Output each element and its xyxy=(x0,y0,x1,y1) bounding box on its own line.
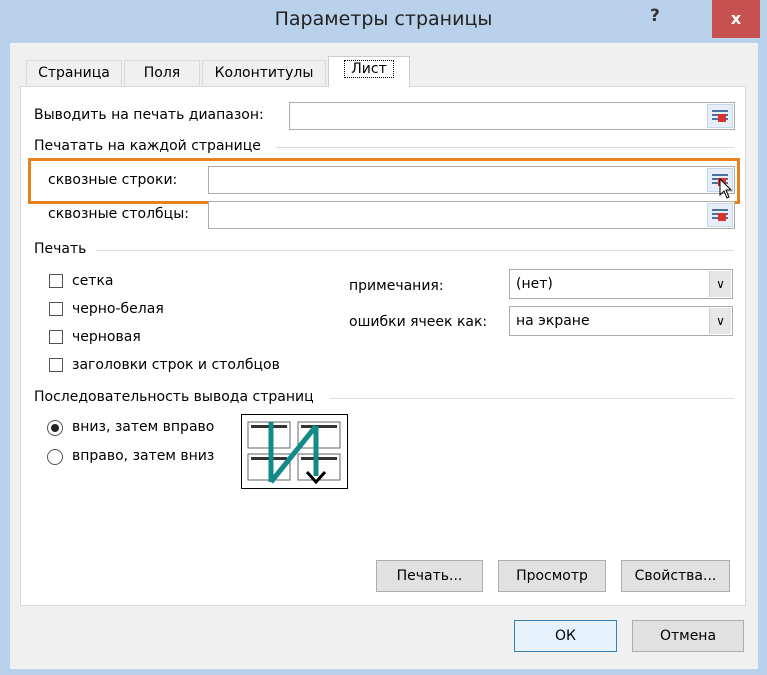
cell-errors-label: ошибки ячеек как: xyxy=(349,314,488,330)
tab-sheet[interactable]: Лист xyxy=(328,56,410,87)
ok-button[interactable]: ОК xyxy=(514,620,617,652)
page-order-header: Последовательность вывода страниц xyxy=(34,389,314,405)
print-area-input[interactable] xyxy=(289,102,735,130)
chevron-down-icon[interactable]: ∨ xyxy=(709,308,731,334)
over-then-down-radio[interactable] xyxy=(47,449,63,465)
comments-label: примечания: xyxy=(349,278,444,294)
black-and-white-checkbox[interactable] xyxy=(49,302,63,316)
draft-quality-label: черновая xyxy=(72,329,141,345)
cell-errors-select[interactable]: на экране ∨ xyxy=(509,306,733,336)
divider xyxy=(330,398,734,399)
draft-quality-checkbox[interactable] xyxy=(49,330,63,344)
down-then-over-radio[interactable] xyxy=(47,420,63,436)
divider xyxy=(96,250,734,251)
page-order-preview-icon xyxy=(241,414,348,489)
divider xyxy=(276,147,734,148)
cancel-button[interactable]: Отмена xyxy=(632,620,744,652)
help-button[interactable]: ? xyxy=(650,6,660,26)
collapse-dialog-icon[interactable] xyxy=(707,203,733,227)
tab-margins[interactable]: Поля xyxy=(124,60,200,87)
mouse-cursor-icon xyxy=(719,178,733,199)
gridlines-checkbox[interactable] xyxy=(49,274,63,288)
print-titles-header: Печатать на каждой странице xyxy=(34,138,261,154)
tab-page[interactable]: Страница xyxy=(26,60,122,87)
tab-sheet-label: Лист xyxy=(344,60,394,78)
comments-value: (нет) xyxy=(516,276,553,292)
collapse-dialog-icon[interactable] xyxy=(707,104,733,128)
gridlines-label: сетка xyxy=(72,273,114,289)
cell-errors-value: на экране xyxy=(516,313,590,329)
down-then-over-label: вниз, затем вправо xyxy=(72,419,215,435)
print-preview-button[interactable]: Просмотр xyxy=(498,560,606,592)
row-col-headings-label: заголовки строк и столбцов xyxy=(72,357,280,373)
print-button[interactable]: Печать... xyxy=(376,560,483,592)
chevron-down-icon[interactable]: ∨ xyxy=(709,271,731,297)
rows-to-repeat-input[interactable] xyxy=(208,166,735,194)
columns-to-repeat-input[interactable] xyxy=(208,201,735,229)
print-header: Печать xyxy=(34,241,87,257)
columns-to-repeat-label: сквозные столбцы: xyxy=(48,206,189,222)
print-area-label: Выводить на печать диапазон: xyxy=(34,107,264,123)
close-button[interactable]: x xyxy=(712,0,760,38)
tab-header-footer[interactable]: Колонтитулы xyxy=(202,60,326,87)
properties-button[interactable]: Свойства... xyxy=(621,560,730,592)
over-then-down-label: вправо, затем вниз xyxy=(72,448,215,464)
comments-select[interactable]: (нет) ∨ xyxy=(509,269,733,299)
rows-to-repeat-label: сквозные строки: xyxy=(48,172,178,188)
black-and-white-label: черно-белая xyxy=(72,301,164,317)
row-col-headings-checkbox[interactable] xyxy=(49,358,63,372)
